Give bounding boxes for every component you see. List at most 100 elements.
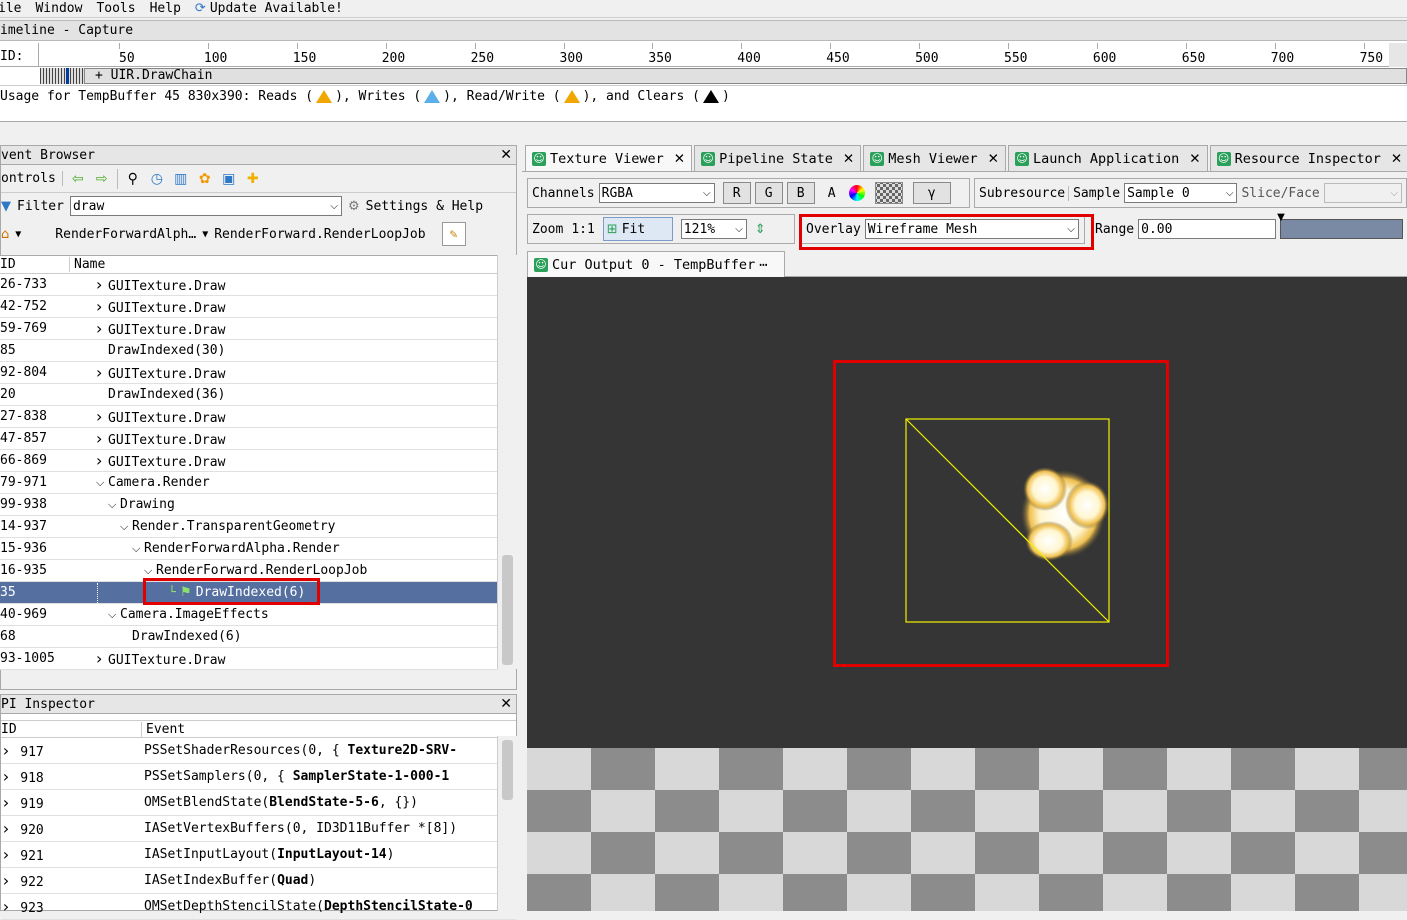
- flip-vertical-icon[interactable]: ⇕: [755, 222, 766, 237]
- close-icon[interactable]: ✕: [500, 148, 512, 162]
- event-tree-scrollbar[interactable]: [497, 255, 517, 669]
- chevron-down-icon[interactable]: ⌵: [108, 498, 120, 512]
- chevron-down-icon[interactable]: ⌵: [120, 520, 132, 534]
- overlay-select[interactable]: Wireframe Mesh ⌵: [864, 219, 1079, 239]
- event-row[interactable]: 20 DrawIndexed(36): [0, 384, 497, 406]
- texture-viewport[interactable]: [527, 277, 1407, 748]
- tab-pipeline-state[interactable]: ☺ Pipeline State ✕: [694, 145, 862, 171]
- event-row[interactable]: 79-971 ⌵ Camera.Render: [0, 472, 497, 494]
- timeline-marker-row[interactable]: + UIR.DrawChain: [0, 68, 1407, 86]
- chevron-right-icon[interactable]: ›: [1, 741, 20, 760]
- update-link[interactable]: ⟳ Update Available!: [195, 1, 343, 16]
- sample-select[interactable]: Sample 0 ⌵: [1124, 183, 1238, 203]
- col-event[interactable]: Event: [142, 722, 185, 737]
- slice-face-select[interactable]: ⌵: [1323, 183, 1402, 203]
- chevron-right-icon[interactable]: ›: [1, 871, 20, 890]
- event-row[interactable]: 35 └ ⚑ DrawIndexed(6): [0, 582, 497, 604]
- event-row[interactable]: 66-869 › GUITexture.Draw: [0, 450, 497, 472]
- fit-button[interactable]: ⊞ Fit: [602, 217, 673, 241]
- channel-a-button[interactable]: A: [819, 186, 845, 201]
- edit-icon[interactable]: ✎: [441, 222, 466, 246]
- puzzle-icon[interactable]: ✚: [244, 170, 262, 188]
- gamma-button[interactable]: γ: [912, 182, 951, 204]
- api-resource-link[interactable]: SamplerState-1-000-1: [293, 769, 450, 784]
- filter-input[interactable]: draw ⌵: [69, 196, 342, 216]
- chevron-down-icon[interactable]: ⌵: [108, 608, 120, 622]
- range-min-input[interactable]: 0.00: [1138, 219, 1277, 239]
- event-row[interactable]: 14-937 ⌵ Render.TransparentGeometry: [0, 516, 497, 538]
- chevron-down-icon[interactable]: ▼: [15, 229, 21, 240]
- col-name[interactable]: Name: [70, 257, 105, 272]
- arrow-right-icon[interactable]: ⇨: [93, 170, 111, 188]
- close-icon[interactable]: ✕: [500, 697, 512, 711]
- clock-icon[interactable]: ◷: [148, 170, 166, 188]
- event-row[interactable]: 68 DrawIndexed(6): [0, 626, 497, 648]
- zoom-select[interactable]: 121% ⌵: [680, 219, 747, 239]
- scrollbar-thumb[interactable]: [502, 740, 513, 800]
- chevron-right-icon[interactable]: ›: [1, 845, 20, 864]
- zoom-1-1-button[interactable]: 1:1: [571, 222, 594, 237]
- tab-resource-inspector[interactable]: ☺ Resource Inspector ✕: [1209, 145, 1407, 171]
- chevron-down-icon[interactable]: ⌵: [132, 542, 144, 556]
- breadcrumb-item-1[interactable]: RenderForwardAlph…: [55, 227, 196, 242]
- channel-r-button[interactable]: R: [722, 182, 751, 204]
- range-slider[interactable]: ▼: [1277, 212, 1403, 239]
- api-scrollbar[interactable]: [497, 736, 517, 911]
- home-icon[interactable]: ⌂: [1, 227, 9, 242]
- chevron-down-icon[interactable]: ⌵: [96, 476, 108, 490]
- tab-launch-application[interactable]: ☺ Launch Application ✕: [1007, 145, 1208, 171]
- close-icon[interactable]: ✕: [988, 151, 999, 167]
- chevron-right-icon[interactable]: ›: [1, 793, 20, 812]
- event-row[interactable]: 85 DrawIndexed(30): [0, 340, 497, 362]
- arrow-left-icon[interactable]: ⇦: [69, 170, 87, 188]
- breadcrumb-item-2[interactable]: RenderForward.RenderLoopJob: [214, 227, 425, 242]
- col-eid[interactable]: ID: [1, 721, 142, 737]
- checkerboard-icon[interactable]: [874, 182, 903, 204]
- event-row[interactable]: 27-838 › GUITexture.Draw: [0, 406, 497, 428]
- chevron-right-icon[interactable]: ›: [1, 819, 20, 838]
- api-row[interactable]: › 920 IASetVertexBuffers(0, ID3D11Buffer …: [1, 816, 516, 842]
- chevron-right-icon[interactable]: ›: [1, 767, 20, 786]
- close-icon[interactable]: ✕: [1391, 151, 1402, 167]
- close-icon[interactable]: ✕: [674, 151, 685, 167]
- api-row[interactable]: › 921 IASetInputLayout(InputLayout-14): [1, 842, 516, 868]
- event-row[interactable]: 99-938 ⌵ Drawing: [0, 494, 497, 516]
- api-row[interactable]: › 919 OMSetBlendState(BlendState-5-6, {}): [1, 790, 516, 816]
- channel-b-button[interactable]: B: [786, 182, 815, 204]
- event-row[interactable]: 47-857 › GUITexture.Draw: [0, 428, 497, 450]
- channels-select[interactable]: RGBA ⌵: [598, 183, 715, 203]
- chevron-down-icon[interactable]: ▼: [202, 229, 208, 240]
- event-row[interactable]: 26-733 › GUITexture.Draw: [0, 274, 497, 296]
- ruler-scrollbar[interactable]: [1389, 43, 1407, 67]
- chevron-right-icon[interactable]: ›: [96, 649, 108, 668]
- col-eid[interactable]: ID: [0, 257, 70, 272]
- tab-texture-viewer[interactable]: ☺ Texture Viewer ✕: [525, 145, 693, 171]
- chevron-down-icon[interactable]: ⌵: [330, 201, 341, 212]
- menu-help[interactable]: Help: [150, 1, 181, 16]
- chevron-right-icon[interactable]: ›: [96, 407, 108, 426]
- chevron-right-icon[interactable]: ›: [96, 297, 108, 316]
- range-handle-icon[interactable]: ▼: [1277, 212, 1285, 223]
- output-tab[interactable]: ☺ Cur Output 0 - TempBuffer ⋯: [527, 251, 785, 277]
- event-row[interactable]: 92-804 › GUITexture.Draw: [0, 362, 497, 384]
- api-resource-link[interactable]: DepthStencilState-0: [324, 899, 473, 914]
- api-resource-link[interactable]: Texture2D-SRV-: [348, 743, 458, 758]
- more-icon[interactable]: ⋯: [759, 257, 767, 273]
- api-resource-link[interactable]: Quad: [277, 873, 308, 888]
- api-row[interactable]: › 922 IASetIndexBuffer(Quad): [1, 868, 516, 894]
- chevron-right-icon[interactable]: ›: [96, 429, 108, 448]
- chevron-right-icon[interactable]: ›: [96, 275, 108, 294]
- color-wheel-icon[interactable]: [848, 185, 865, 201]
- event-row[interactable]: 59-769 › GUITexture.Draw: [0, 318, 497, 340]
- gear-icon[interactable]: ⚙: [348, 199, 360, 214]
- api-row[interactable]: › 918 PSSetSamplers(0, { SamplerState-1-0…: [1, 764, 516, 790]
- close-icon[interactable]: ✕: [1189, 151, 1200, 167]
- save-icon[interactable]: ▣: [220, 170, 238, 188]
- api-row[interactable]: › 923 OMSetDepthStencilState(DepthStencil…: [1, 894, 516, 920]
- event-row[interactable]: 42-752 › GUITexture.Draw: [0, 296, 497, 318]
- chevron-right-icon[interactable]: ›: [96, 319, 108, 338]
- menu-file[interactable]: ile: [0, 1, 21, 16]
- channel-g-button[interactable]: G: [754, 182, 783, 204]
- settings-help-button[interactable]: Settings & Help: [366, 199, 483, 214]
- api-resource-link[interactable]: InputLayout-14: [277, 847, 387, 862]
